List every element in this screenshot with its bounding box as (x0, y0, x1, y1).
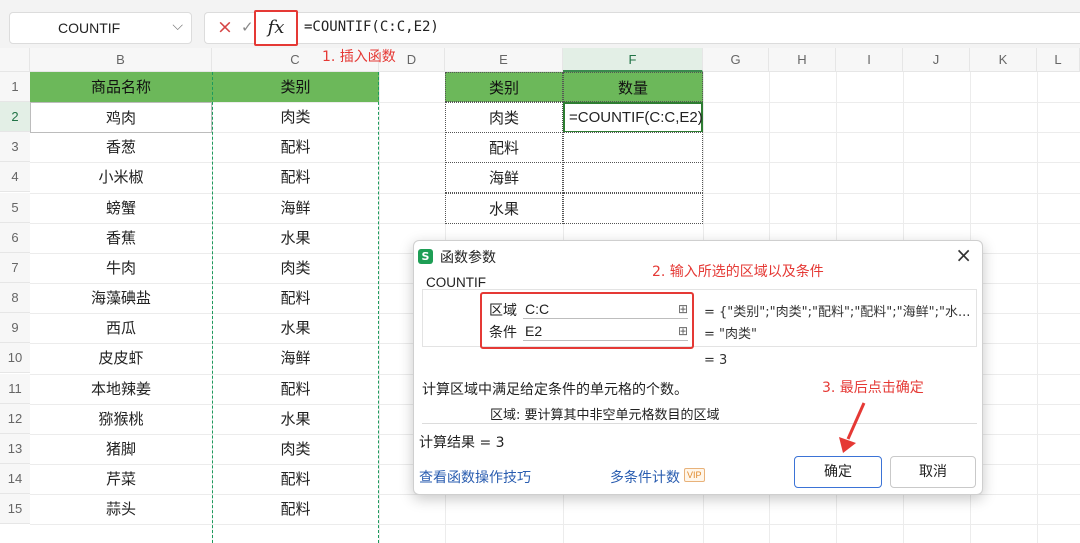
criteria-preview: = "肉类" (704, 327, 757, 342)
column-header-k[interactable]: K (970, 48, 1037, 72)
row-header-10[interactable]: 10 (0, 343, 30, 374)
product-name-cell[interactable]: 香葱 (30, 132, 212, 162)
row-header-8[interactable]: 8 (0, 283, 30, 314)
vip-badge: VIP (684, 468, 705, 482)
annotation-select-range: 2. 输入所选的区域以及条件 (652, 264, 824, 280)
confirm-icon[interactable]: ✓ (241, 18, 254, 36)
select-all-corner[interactable] (0, 48, 30, 72)
product-name-cell[interactable]: 蒜头 (30, 494, 212, 524)
summary-count-cell[interactable] (563, 192, 703, 224)
selection-marquee (212, 72, 379, 543)
formula-result-preview: = 3 (704, 353, 728, 368)
row-header-3[interactable]: 3 (0, 132, 30, 163)
product-name-cell[interactable]: 香蕉 (30, 223, 212, 253)
product-name-cell[interactable]: 鸡肉 (30, 102, 212, 134)
row-header-12[interactable]: 12 (0, 403, 30, 434)
parameter-description: 区域: 要计算其中非空单元格数目的区域 (490, 408, 720, 423)
product-name-cell[interactable]: 芹菜 (30, 464, 212, 494)
summary-category-cell[interactable]: 配料 (445, 132, 563, 164)
row-header-2[interactable]: 2 (0, 102, 30, 133)
column-header-g[interactable]: G (703, 48, 769, 72)
summary-category-cell[interactable]: 肉类 (445, 102, 563, 134)
summary-count-cell[interactable] (563, 162, 703, 194)
grid-col-line (1037, 72, 1038, 543)
dialog-title: 函数参数 (440, 250, 496, 266)
annotation-click-ok: 3. 最后点击确定 (822, 380, 924, 396)
arrow-icon (839, 402, 866, 453)
column-header-f[interactable]: F (563, 48, 703, 72)
formula-text[interactable]: =COUNTIF(C:C,E2) (304, 19, 439, 35)
product-name-cell[interactable]: 西瓜 (30, 313, 212, 343)
column-header-l[interactable]: L (1037, 48, 1080, 72)
ok-button[interactable]: 确定 (794, 456, 882, 488)
summary-category-cell[interactable]: 海鲜 (445, 162, 563, 194)
formula-editing-cell[interactable]: =COUNTIF(C:C,E2) (563, 102, 703, 134)
row-header-1[interactable]: 1 (0, 72, 30, 102)
grid-row-line (30, 524, 1080, 526)
table-header-product-name: 商品名称 (30, 72, 212, 102)
summary-header-category: 类别 (445, 72, 563, 102)
column-header-j[interactable]: J (903, 48, 970, 72)
product-name-cell[interactable]: 海藻碘盐 (30, 283, 212, 313)
product-name-cell[interactable]: 牛肉 (30, 253, 212, 283)
product-name-cell[interactable]: 猪脚 (30, 434, 212, 464)
summary-header-count: 数量 (563, 72, 703, 102)
function-tips-link[interactable]: 查看函数操作技巧 (419, 467, 531, 487)
function-description: 计算区域中满足给定条件的单元格的个数。 (422, 382, 688, 398)
function-name: COUNTIF (426, 275, 486, 290)
name-box-value: COUNTIF (58, 20, 121, 36)
column-header-i[interactable]: I (836, 48, 903, 72)
arguments-highlight (480, 292, 694, 349)
summary-count-cell[interactable] (563, 132, 703, 164)
column-header-b[interactable]: B (30, 48, 212, 72)
cancel-icon[interactable]: × (217, 16, 233, 38)
product-name-cell[interactable]: 猕猴桃 (30, 404, 212, 434)
name-box[interactable]: COUNTIF ⌵ (9, 12, 192, 44)
close-icon[interactable]: × (955, 243, 972, 267)
row-header-11[interactable]: 11 (0, 373, 30, 404)
calc-result: 计算结果 = 3 (419, 435, 505, 451)
insert-function-button[interactable]: fx (254, 10, 298, 46)
grid-col-line (379, 72, 380, 543)
row-header-9[interactable]: 9 (0, 313, 30, 344)
formula-bar: COUNTIF ⌵ × ✓ fx =COUNTIF(C:C,E2) (0, 0, 1080, 48)
formula-input-area[interactable]: × ✓ fx =COUNTIF(C:C,E2) (204, 10, 1080, 46)
summary-category-cell[interactable]: 水果 (445, 192, 563, 224)
annotation-insert-function: 1. 插入函数 (322, 49, 396, 65)
column-header-e[interactable]: E (445, 48, 563, 72)
row-header-5[interactable]: 5 (0, 192, 30, 223)
divider (422, 423, 977, 424)
range-preview: = {"类别";"肉类";"配料";"配料";"海鲜";"水... (704, 305, 971, 320)
product-name-cell[interactable]: 本地辣姜 (30, 374, 212, 404)
row-header-15[interactable]: 15 (0, 494, 30, 525)
row-header-7[interactable]: 7 (0, 252, 30, 283)
product-name-cell[interactable]: 小米椒 (30, 162, 212, 192)
product-name-cell[interactable]: 螃蟹 (30, 193, 212, 223)
row-header-4[interactable]: 4 (0, 162, 30, 193)
cancel-button[interactable]: 取消 (890, 456, 976, 488)
function-arguments-dialog: S 函数参数 × 2. 输入所选的区域以及条件 COUNTIF 区域 C:C ⊞… (413, 240, 983, 495)
row-header-6[interactable]: 6 (0, 222, 30, 253)
app-logo-icon: S (418, 249, 433, 264)
row-header-14[interactable]: 14 (0, 463, 30, 494)
chevron-down-icon[interactable]: ⌵ (172, 18, 183, 34)
multi-condition-count-link[interactable]: 多条件计数 (610, 467, 680, 487)
column-header-h[interactable]: H (769, 48, 836, 72)
product-name-cell[interactable]: 皮皮虾 (30, 343, 212, 373)
row-header-13[interactable]: 13 (0, 433, 30, 464)
